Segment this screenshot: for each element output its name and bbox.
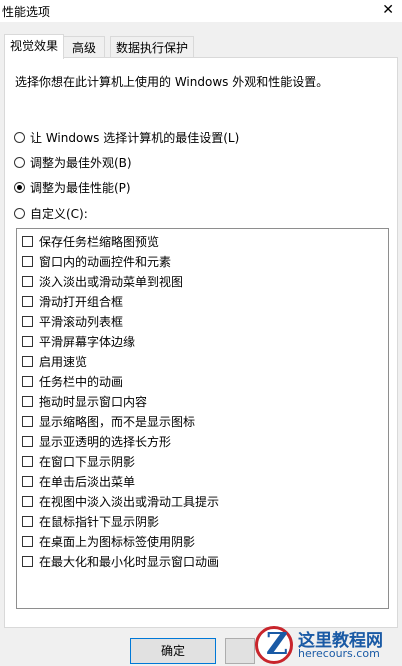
list-item-label: 保存任务栏缩略图预览 <box>39 234 160 249</box>
radio-custom[interactable]: 自定义(C): <box>14 204 88 222</box>
list-item[interactable]: 滑动打开组合框 <box>22 292 123 310</box>
checkbox[interactable] <box>22 535 33 547</box>
checkbox[interactable] <box>22 375 33 387</box>
list-item-label: 在桌面上为图标标签使用阴影 <box>39 534 196 549</box>
list-item[interactable]: 在窗口下显示阴影 <box>22 452 135 470</box>
checkbox[interactable] <box>22 335 33 347</box>
radio-button[interactable] <box>14 131 25 143</box>
tab-advanced[interactable]: 高级 <box>63 36 105 58</box>
list-item[interactable]: 拖动时显示窗口内容 <box>22 392 147 410</box>
radio-button[interactable] <box>14 156 25 168</box>
checkbox[interactable] <box>22 495 33 507</box>
radio-label: 让 Windows 选择计算机的最佳设置(L) <box>30 130 240 145</box>
list-item[interactable]: 在单击后淡出菜单 <box>22 472 135 490</box>
list-item[interactable]: 平滑滚动列表框 <box>22 312 123 330</box>
list-item[interactable]: 显示缩略图，而不是显示图标 <box>22 412 195 430</box>
checkbox[interactable] <box>22 395 33 407</box>
list-item-label: 在鼠标指针下显示阴影 <box>39 514 160 529</box>
checkbox[interactable] <box>22 315 33 327</box>
checkbox[interactable] <box>22 555 33 567</box>
radio-button[interactable] <box>14 207 25 219</box>
list-item[interactable]: 淡入淡出或滑动菜单到视图 <box>22 272 183 290</box>
radio-button-checked[interactable] <box>14 181 25 193</box>
watermark-url: herecours.com <box>298 647 380 660</box>
list-item[interactable]: 在鼠标指针下显示阴影 <box>22 512 159 530</box>
checkbox[interactable] <box>22 295 33 307</box>
list-item-label: 在最大化和最小化时显示窗口动画 <box>39 554 220 569</box>
radio-let-windows-choose[interactable]: 让 Windows 选择计算机的最佳设置(L) <box>14 128 239 146</box>
checkbox[interactable] <box>22 475 33 487</box>
list-item-label: 平滑屏幕字体边缘 <box>39 334 136 349</box>
watermark-logo: Z <box>255 626 293 664</box>
list-item[interactable]: 窗口内的动画控件和元素 <box>22 252 171 270</box>
list-item-label: 拖动时显示窗口内容 <box>39 394 148 409</box>
checkbox[interactable] <box>22 515 33 527</box>
list-item-label: 任务栏中的动画 <box>39 374 124 389</box>
list-item[interactable]: 在桌面上为图标标签使用阴影 <box>22 532 195 550</box>
list-item-label: 窗口内的动画控件和元素 <box>39 254 172 269</box>
checkbox[interactable] <box>22 415 33 427</box>
list-item-label: 启用速览 <box>39 354 88 369</box>
close-icon[interactable]: ✕ <box>382 2 394 18</box>
radio-label: 自定义(C): <box>30 206 88 221</box>
watermark-logo-letter: Z <box>266 627 288 662</box>
list-item[interactable]: 在最大化和最小化时显示窗口动画 <box>22 552 219 570</box>
list-item-label: 滑动打开组合框 <box>39 294 124 309</box>
list-item-label: 在视图中淡入淡出或滑动工具提示 <box>39 494 220 509</box>
radio-label: 调整为最佳外观(B) <box>30 155 132 170</box>
window-title: 性能选项 <box>2 5 51 19</box>
list-item-label: 淡入淡出或滑动菜单到视图 <box>39 274 184 289</box>
list-item-label: 在窗口下显示阴影 <box>39 454 136 469</box>
list-item[interactable]: 显示亚透明的选择长方形 <box>22 432 171 450</box>
list-item[interactable]: 启用速览 <box>22 352 87 370</box>
checkbox[interactable] <box>22 355 33 367</box>
list-item-label: 平滑滚动列表框 <box>39 314 124 329</box>
checkbox[interactable] <box>22 275 33 287</box>
list-item-label: 在单击后淡出菜单 <box>39 474 136 489</box>
list-item-label: 显示亚透明的选择长方形 <box>39 434 172 449</box>
radio-best-performance[interactable]: 调整为最佳性能(P) <box>14 178 131 196</box>
title-bar: 性能选项 ✕ <box>0 0 402 22</box>
ok-button[interactable]: 确定 <box>130 638 216 664</box>
tab-data-execution-prevention[interactable]: 数据执行保护 <box>110 36 194 58</box>
checkbox[interactable] <box>22 455 33 467</box>
list-item[interactable]: 平滑屏幕字体边缘 <box>22 332 135 350</box>
checkbox[interactable] <box>22 255 33 267</box>
description-text: 选择你想在此计算机上使用的 Windows 外观和性能设置。 <box>15 75 329 89</box>
checkbox[interactable] <box>22 435 33 447</box>
radio-label: 调整为最佳性能(P) <box>30 180 131 195</box>
tab-visual-effects[interactable]: 视觉效果 <box>4 34 64 59</box>
list-item[interactable]: 任务栏中的动画 <box>22 372 123 390</box>
visual-effects-list[interactable]: 保存任务栏缩略图预览 窗口内的动画控件和元素 淡入淡出或滑动菜单到视图 滑动打开… <box>16 228 389 609</box>
radio-best-appearance[interactable]: 调整为最佳外观(B) <box>14 153 132 171</box>
cancel-button[interactable] <box>225 638 255 664</box>
list-item[interactable]: 在视图中淡入淡出或滑动工具提示 <box>22 492 219 510</box>
checkbox[interactable] <box>22 235 33 247</box>
list-item[interactable]: 保存任务栏缩略图预览 <box>22 232 159 250</box>
list-item-label: 显示缩略图，而不是显示图标 <box>39 414 196 429</box>
